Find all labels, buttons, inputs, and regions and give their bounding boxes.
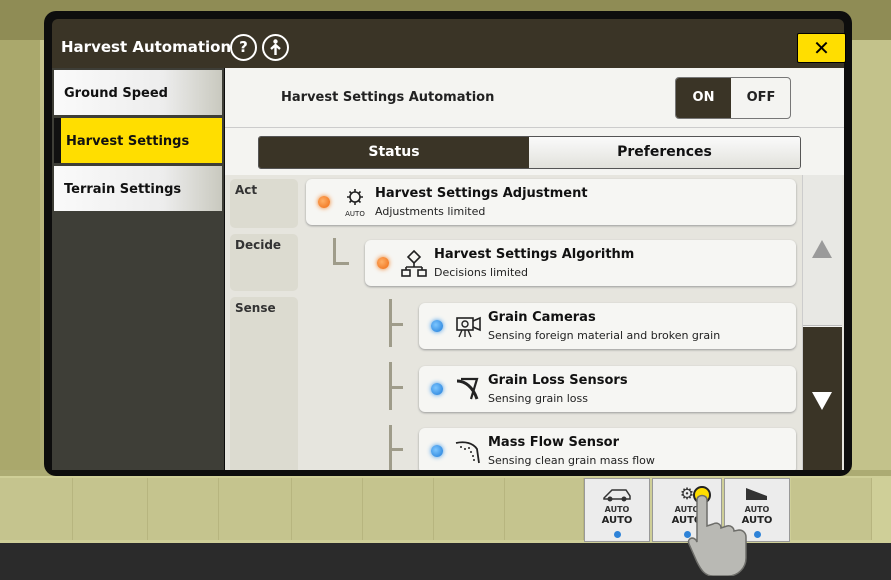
status-indicator-blue <box>431 445 443 457</box>
mass-flow-icon <box>453 435 483 467</box>
card-title: Harvest Settings Adjustment <box>375 186 588 201</box>
background-tile <box>505 478 584 540</box>
gear-auto-icon: AUTO <box>340 186 370 218</box>
info-circle-icon[interactable] <box>262 34 289 61</box>
question-circle-icon[interactable]: ? <box>230 34 257 61</box>
tree-connector <box>333 262 349 265</box>
divider <box>225 127 844 128</box>
card-subtitle: Sensing foreign material and broken grai… <box>488 329 721 342</box>
card-subtitle: Sensing clean grain mass flow <box>488 454 655 467</box>
scrollbar <box>802 175 842 470</box>
arrow-up-icon <box>812 240 832 258</box>
dialog-titlebar: Harvest Automation ? ✕ <box>52 19 846 68</box>
dialog-title: Harvest Automation <box>61 38 232 56</box>
scroll-up-button[interactable] <box>803 175 842 326</box>
decision-tree-icon <box>399 247 429 279</box>
card-harvest-settings-algorithm[interactable]: Harvest Settings Algorithm Decisions lim… <box>365 240 796 286</box>
card-grain-cameras[interactable]: Grain Cameras Sensing foreign material a… <box>419 303 796 349</box>
auto-big-label: AUTO <box>601 515 633 526</box>
status-indicator-blue <box>431 383 443 395</box>
background-tile <box>292 478 363 540</box>
background-tile <box>219 478 292 540</box>
card-subtitle: Sensing grain loss <box>488 392 588 405</box>
background-tile <box>363 478 434 540</box>
sidebar-item-harvest-settings[interactable]: Harvest Settings <box>54 118 222 163</box>
card-subtitle: Decisions limited <box>434 266 529 279</box>
close-button[interactable]: ✕ <box>797 33 846 63</box>
active-indicator <box>614 531 621 538</box>
card-harvest-settings-adjustment[interactable]: AUTO Harvest Settings Adjustment Adjustm… <box>306 179 796 225</box>
svg-text:AUTO: AUTO <box>345 210 365 218</box>
background-tile <box>148 478 219 540</box>
card-mass-flow-sensor[interactable]: Mass Flow Sensor Sensing clean grain mas… <box>419 428 796 470</box>
tab-bar: Status Preferences <box>258 136 801 169</box>
status-indicator-orange <box>318 196 330 208</box>
status-indicator-blue <box>431 320 443 332</box>
tab-status[interactable]: Status <box>259 137 529 168</box>
status-indicator-orange <box>377 257 389 269</box>
main-panel: Harvest Settings Automation ON OFF Statu… <box>225 68 844 470</box>
sidebar: Ground Speed Harvest Settings Terrain Se… <box>52 68 224 470</box>
background-tile <box>434 478 505 540</box>
tab-preferences[interactable]: Preferences <box>529 137 800 168</box>
lane-sense: Sense <box>230 297 298 470</box>
card-title: Harvest Settings Algorithm <box>434 247 635 262</box>
scroll-down-button[interactable] <box>803 327 842 470</box>
toggle-off-option[interactable]: OFF <box>731 78 790 118</box>
tree-connector <box>389 323 403 326</box>
automation-toggle[interactable]: ON OFF <box>675 77 791 119</box>
card-title: Grain Loss Sensors <box>488 373 628 388</box>
lane-decide: Decide <box>230 234 298 291</box>
background-tile <box>0 478 73 540</box>
automation-label: Harvest Settings Automation <box>281 90 495 105</box>
background-tile <box>73 478 148 540</box>
card-grain-loss-sensors[interactable]: Grain Loss Sensors Sensing grain loss <box>419 366 796 412</box>
harvester-auto-icon <box>602 484 632 506</box>
tree-connector <box>389 448 403 451</box>
active-indicator <box>754 531 761 538</box>
background-left-column <box>0 40 40 470</box>
card-subtitle: Adjustments limited <box>375 205 486 218</box>
background-tile <box>791 478 872 540</box>
tree-connector <box>389 386 403 389</box>
camera-icon <box>453 310 483 342</box>
toggle-on-option[interactable]: ON <box>676 78 731 118</box>
harvest-automation-dialog: Harvest Automation ? ✕ Ground Speed Harv… <box>44 11 852 476</box>
lane-act: Act <box>230 179 298 228</box>
arrow-down-icon <box>812 392 832 410</box>
pointing-hand-icon <box>683 486 753 577</box>
card-title: Mass Flow Sensor <box>488 435 620 450</box>
sidebar-item-terrain-settings[interactable]: Terrain Settings <box>54 166 222 211</box>
card-title: Grain Cameras <box>488 310 596 325</box>
sidebar-item-ground-speed[interactable]: Ground Speed <box>54 70 222 115</box>
auto-small-label: AUTO <box>604 505 630 514</box>
harvester-auto-button[interactable]: AUTO AUTO <box>584 478 650 542</box>
grain-loss-icon <box>453 373 483 405</box>
system-bar <box>0 543 891 580</box>
automation-tree: Act Decide Sense AUTO Harvest Settings A… <box>225 175 844 470</box>
tree-connector <box>333 238 336 265</box>
background-right-column <box>852 40 891 470</box>
